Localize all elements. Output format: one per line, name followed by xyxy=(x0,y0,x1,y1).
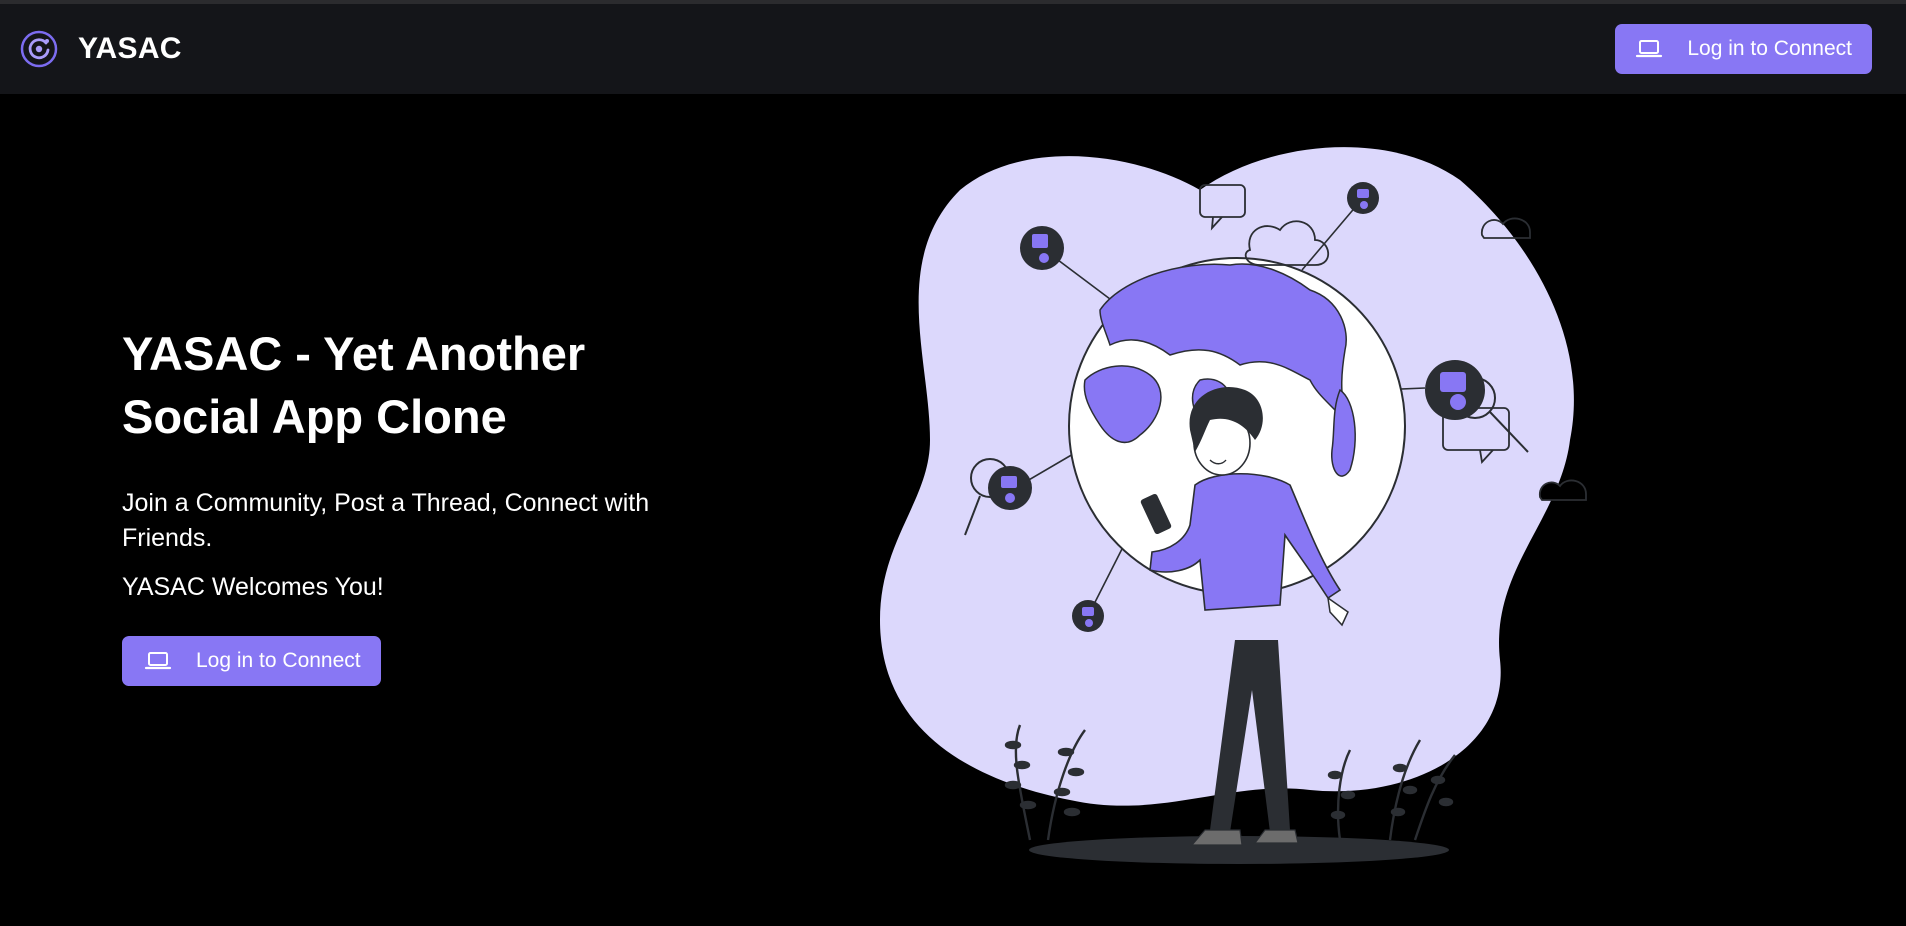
nav-login-button[interactable]: Log in to Connect xyxy=(1615,24,1872,74)
laptop-icon xyxy=(1636,40,1663,58)
brand[interactable]: YASAC xyxy=(20,30,182,68)
brand-name: YASAC xyxy=(78,32,182,65)
hero-subtitle: Join a Community, Post a Thread, Connect… xyxy=(122,489,650,552)
social-network-illustration xyxy=(880,147,1587,864)
orbit-icon xyxy=(20,30,58,68)
nav-login-label: Log in to Connect xyxy=(1687,37,1852,60)
hero-title: YASAC - Yet Another Social App Clone xyxy=(122,327,586,443)
navbar: YASAC Log in to Connect xyxy=(0,4,1906,94)
hero-section: YASAC - Yet Another Social App Clone Joi… xyxy=(122,322,682,686)
hero-welcome: YASAC Welcomes You! xyxy=(122,573,384,601)
hero-login-button[interactable]: Log in to Connect xyxy=(122,636,381,686)
laptop-icon xyxy=(144,652,172,670)
hero-login-label: Log in to Connect xyxy=(196,649,361,672)
